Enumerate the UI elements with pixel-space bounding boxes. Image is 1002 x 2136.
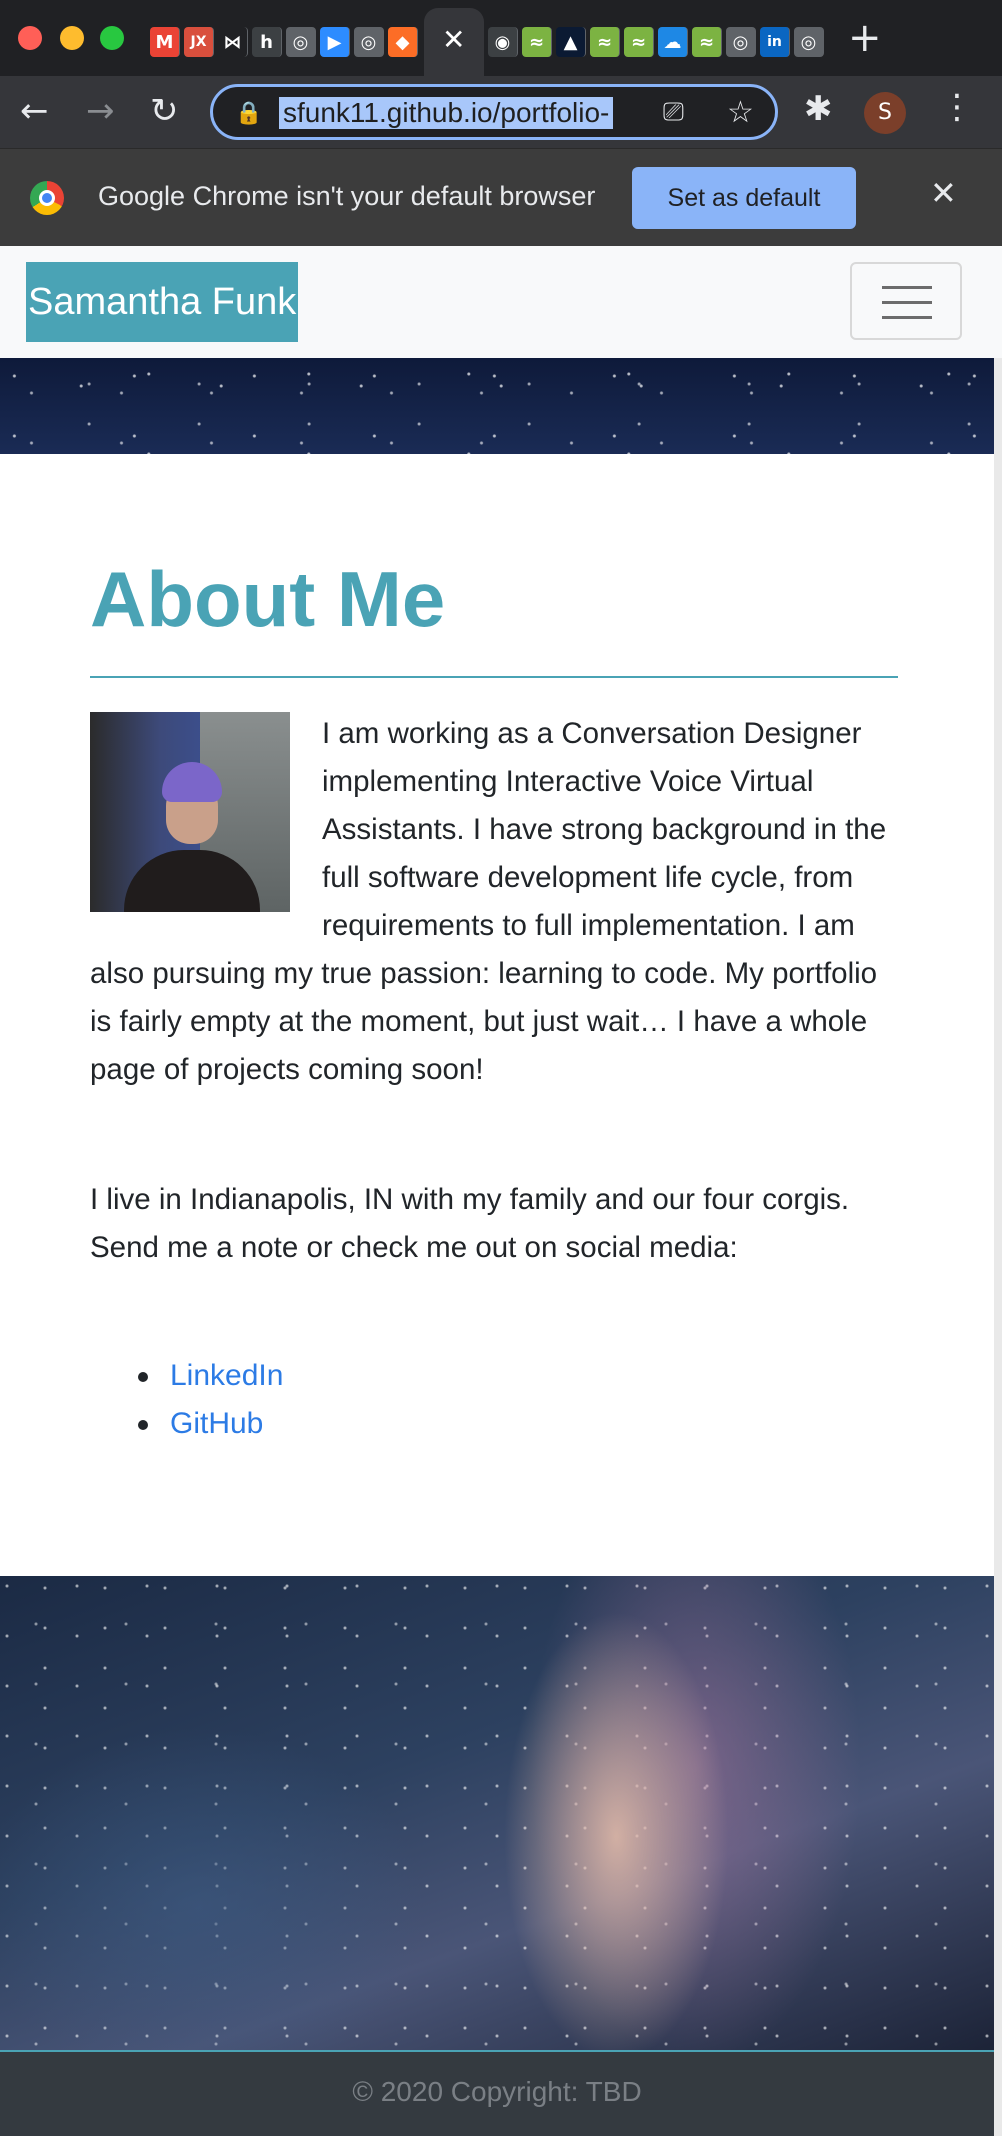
infobar-close-icon[interactable]: ✕ xyxy=(930,177,957,209)
extensions-icon[interactable]: ✱ xyxy=(804,92,833,126)
cast-icon[interactable]: ⎚ xyxy=(663,97,684,128)
h-icon[interactable]: h xyxy=(252,27,282,57)
tab-close-icon[interactable]: ✕ xyxy=(442,26,465,54)
cloud-icon[interactable]: ☁ xyxy=(658,27,688,57)
about-paragraph-2: I live in Indianapolis, IN with my famil… xyxy=(90,1183,850,1264)
pinned-tabs-right: ◉ ≈ ▲ ≈ ≈ ☁ ≈ ◎ in ◎ xyxy=(488,22,824,62)
chart-icon-3[interactable]: ≈ xyxy=(624,27,654,57)
galaxy-banner xyxy=(0,1576,994,2050)
bullet-icon xyxy=(138,1372,148,1382)
browser-toolbar: ← → ↻ 🔒 sfunk11.github.io/portfolio- ⎚ ☆… xyxy=(0,76,1002,148)
profile-avatar[interactable]: S xyxy=(864,92,906,134)
forward-icon[interactable]: → xyxy=(86,94,115,128)
footer-copyright: © 2020 Copyright: TBD xyxy=(352,2076,642,2107)
zoom-icon[interactable]: ▶ xyxy=(320,27,350,57)
globe-icon-3[interactable]: ◎ xyxy=(726,27,756,57)
address-bar[interactable]: 🔒 sfunk11.github.io/portfolio- ⎚ ☆ xyxy=(210,84,778,140)
chrome-logo-icon xyxy=(30,181,64,215)
back-icon[interactable]: ← xyxy=(20,94,49,128)
chart-icon-4[interactable]: ≈ xyxy=(692,27,722,57)
browser-menu-icon[interactable]: ⋮ xyxy=(940,90,974,124)
set-as-default-button[interactable]: Set as default xyxy=(632,167,856,229)
browser-tab-bar: M JX ⋈ h ◎ ▶ ◎ ◆ ✕ ◉ ≈ ▲ ≈ ≈ ☁ ≈ ◎ in ◎ + xyxy=(0,0,1002,76)
globe-icon[interactable]: ◎ xyxy=(286,27,316,57)
site-navbar: Samantha Funk xyxy=(0,246,1002,358)
hamburger-line xyxy=(882,301,932,304)
url-text[interactable]: sfunk11.github.io/portfolio- xyxy=(279,97,614,129)
window-minimize-button[interactable] xyxy=(60,26,84,50)
github-link[interactable]: GitHub xyxy=(170,1407,263,1440)
page-scrollbar[interactable] xyxy=(994,358,1002,2136)
default-browser-infobar: Google Chrome isn't your default browser… xyxy=(0,148,1002,246)
pinned-tabs-left: M JX ⋈ h ◎ ▶ ◎ ◆ xyxy=(150,22,418,62)
list-item: LinkedIn xyxy=(90,1352,898,1400)
window-close-button[interactable] xyxy=(18,26,42,50)
about-heading: About Me xyxy=(90,555,446,643)
bookmark-star-icon[interactable]: ☆ xyxy=(727,95,754,130)
github-icon[interactable]: ◉ xyxy=(488,27,518,57)
reload-icon[interactable]: ↻ xyxy=(150,94,179,128)
linkedin-link[interactable]: LinkedIn xyxy=(170,1359,283,1392)
about-paragraph-1: I am working as a Conversation Designer … xyxy=(90,710,898,1094)
globe-icon-2[interactable]: ◎ xyxy=(354,27,384,57)
gmail-icon[interactable]: M xyxy=(150,27,180,57)
jx-icon[interactable]: JX xyxy=(184,27,214,57)
site-footer: © 2020 Copyright: TBD xyxy=(0,2050,994,2136)
hamburger-line xyxy=(882,286,932,289)
globe-icon-4[interactable]: ◎ xyxy=(794,27,824,57)
infobar-message: Google Chrome isn't your default browser xyxy=(98,181,596,211)
navbar-brand[interactable]: Samantha Funk xyxy=(26,262,299,342)
new-tab-button[interactable]: + xyxy=(848,18,882,58)
navbar-toggler-button[interactable] xyxy=(850,262,962,340)
hamburger-line xyxy=(882,316,932,319)
chart-icon[interactable]: ≈ xyxy=(522,27,552,57)
list-item: GitHub xyxy=(90,1400,898,1448)
atlassian-icon[interactable]: ▲ xyxy=(556,27,586,57)
lock-icon[interactable]: 🔒 xyxy=(235,101,262,126)
window-zoom-button[interactable] xyxy=(100,26,124,50)
chart-icon-2[interactable]: ≈ xyxy=(590,27,620,57)
social-links-list: LinkedIn GitHub xyxy=(90,1352,898,1448)
heading-divider xyxy=(90,676,898,678)
linkedin-icon[interactable]: in xyxy=(760,27,790,57)
bullet-icon xyxy=(138,1420,148,1430)
bow-icon[interactable]: ⋈ xyxy=(218,27,248,57)
gitlab-icon[interactable]: ◆ xyxy=(388,27,418,57)
active-tab[interactable]: ✕ xyxy=(424,8,484,76)
starfield-banner xyxy=(0,358,994,454)
